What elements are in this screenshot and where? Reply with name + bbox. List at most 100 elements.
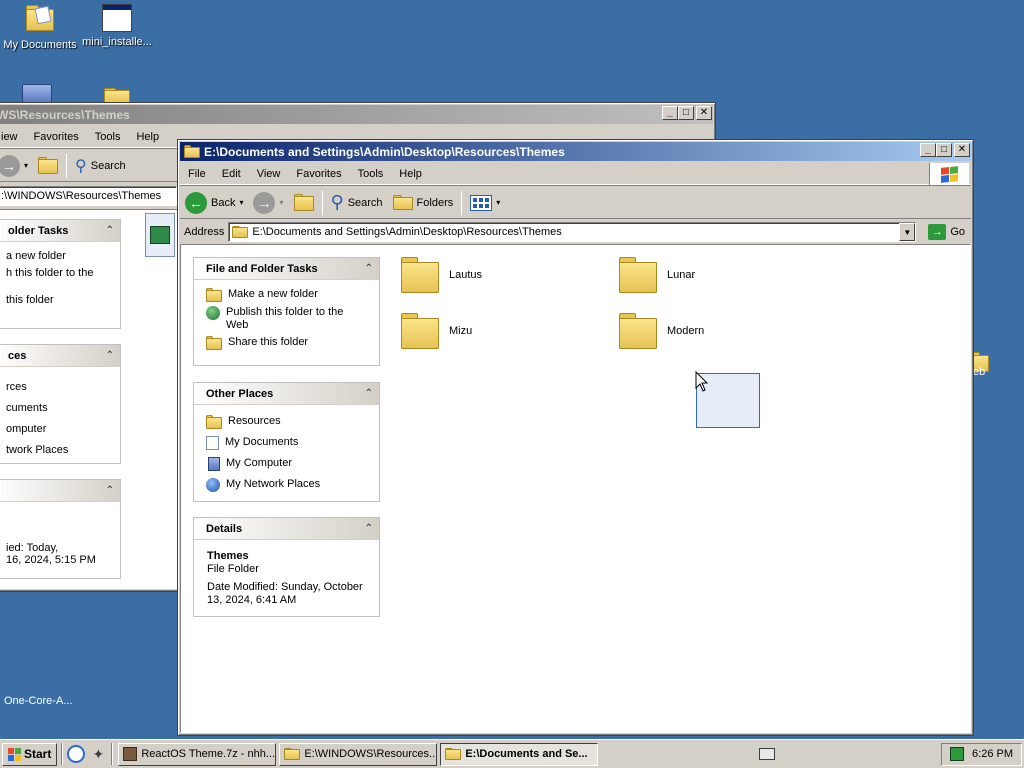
pane-title: File and Folder Tasks <box>206 262 318 275</box>
collapse-chevron-icon[interactable]: ⌃ <box>106 485 114 496</box>
folder-item[interactable]: Lautus <box>401 257 482 293</box>
desktop-icon-mini-installer[interactable]: mini_installe... <box>77 2 157 48</box>
start-button[interactable]: Start <box>2 742 58 766</box>
search-button[interactable]: ⚲ Search <box>326 189 388 217</box>
up-button[interactable] <box>289 189 319 217</box>
collapse-chevron-icon[interactable]: ⌃ <box>106 225 114 236</box>
taskbar-button-documents-and-settings[interactable]: E:\Documents and Se... <box>440 742 599 766</box>
forward-button[interactable]: → ▾ <box>0 152 33 180</box>
folder-item[interactable]: Modern <box>619 313 704 349</box>
address-dropdown-button[interactable]: ▼ <box>899 223 916 241</box>
place-link-resources[interactable]: Resources <box>206 415 373 429</box>
menu-help[interactable]: Help <box>128 131 167 143</box>
forward-arrow-icon: → <box>253 191 276 214</box>
tray-app-icon[interactable] <box>950 747 965 761</box>
collapse-chevron-icon[interactable]: ⌃ <box>365 523 373 534</box>
place-link[interactable]: twork Places <box>6 444 114 457</box>
pane-title: older Tasks <box>8 224 69 237</box>
pane-header[interactable]: Details ⌃ <box>194 518 379 540</box>
menu-edit[interactable]: Edit <box>214 168 249 180</box>
menu-file[interactable]: File <box>180 168 214 180</box>
search-button[interactable]: ⚲ Search <box>70 152 131 180</box>
up-button[interactable] <box>33 152 63 180</box>
computer-icon[interactable] <box>22 84 54 104</box>
address-field[interactable]: E:\Documents and Settings\Admin\Desktop\… <box>228 222 917 242</box>
details-name: Themes <box>207 550 249 562</box>
desktop-icon-my-documents[interactable]: My Documents <box>0 2 80 51</box>
back-arrow-icon: ← <box>185 191 207 214</box>
menu-view[interactable]: View <box>249 168 289 180</box>
collapse-chevron-icon[interactable]: ⌃ <box>365 263 373 274</box>
folder-icon <box>184 145 200 158</box>
system-tray: 6:26 PM <box>941 742 1022 766</box>
place-link-my-computer[interactable]: My Computer <box>206 457 373 471</box>
title-bar[interactable]: E:\Documents and Settings\Admin\Desktop\… <box>180 142 971 161</box>
address-label: Address <box>184 226 225 238</box>
pane-header[interactable]: Other Places ⌃ <box>194 383 379 405</box>
task-link[interactable]: this folder <box>6 294 114 307</box>
go-button[interactable]: → Go <box>922 224 971 240</box>
pane-header[interactable]: File and Folder Tasks ⌃ <box>194 258 379 280</box>
minimize-button[interactable]: _ <box>662 106 678 120</box>
folder-item[interactable]: Lunar <box>619 257 695 293</box>
menu-favorites[interactable]: Favorites <box>26 131 87 143</box>
my-documents-icon <box>24 5 56 37</box>
internet-explorer-icon[interactable] <box>67 745 86 763</box>
forward-arrow-icon: → <box>0 154 20 177</box>
menu-view[interactable]: iew <box>0 131 26 143</box>
forward-button[interactable]: → ▾ <box>248 189 288 217</box>
menu-tools[interactable]: Tools <box>87 131 129 143</box>
quicklaunch-app-icon[interactable]: ✦ <box>89 745 107 763</box>
file-thumbnail-icon[interactable] <box>145 213 175 257</box>
maximize-button[interactable]: □ <box>936 143 952 157</box>
views-dropdown-icon[interactable]: ▾ <box>496 198 500 207</box>
pane-title: Other Places <box>206 387 274 400</box>
windows-logo-icon <box>8 747 21 761</box>
task-link[interactable]: h this folder to the <box>6 267 114 280</box>
place-link-my-documents[interactable]: My Documents <box>206 436 373 450</box>
clock[interactable]: 6:26 PM <box>972 748 1013 760</box>
place-link-my-network-places[interactable]: My Network Places <box>206 478 373 492</box>
folder-item[interactable]: Mizu <box>401 313 472 349</box>
folders-button[interactable]: Folders <box>388 189 459 217</box>
title-bar[interactable]: WS\Resources\Themes <box>0 105 713 124</box>
menu-tools[interactable]: Tools <box>350 168 392 180</box>
details-modified: Date Modified: Sunday, October 13, 2024,… <box>207 581 363 606</box>
back-dropdown-icon[interactable]: ▾ <box>239 198 243 207</box>
folder-up-icon <box>38 156 59 175</box>
details-pane: ⌃ ied: Today, 16, 2024, 5:15 PM <box>0 479 121 579</box>
maximize-button[interactable]: □ <box>678 106 694 120</box>
back-button[interactable]: ← Back ▾ <box>180 189 248 217</box>
views-icon <box>470 194 493 211</box>
make-new-folder-link[interactable]: Make a new folder <box>206 288 373 302</box>
address-bar: Address E:\Documents and Settings\Admin\… <box>180 220 971 244</box>
place-link[interactable]: rces <box>6 381 114 394</box>
publish-folder-link[interactable]: Publish this folder to the Web <box>206 306 373 332</box>
address-field[interactable]: :\WINDOWS\Resources\Themes <box>0 186 177 206</box>
menu-favorites[interactable]: Favorites <box>288 168 349 180</box>
desktop-icon-label: mini_installe... <box>82 36 152 48</box>
task-link[interactable]: a new folder <box>6 250 114 263</box>
content-area: File and Folder Tasks ⌃ Make a new folde… <box>180 244 971 733</box>
collapse-chevron-icon[interactable]: ⌃ <box>106 350 114 361</box>
keyboard-icon[interactable] <box>758 748 775 760</box>
minimize-button[interactable]: _ <box>920 143 936 157</box>
folders-icon <box>392 194 413 211</box>
taskbar-button-windows-resources[interactable]: E:\WINDOWS\Resources... <box>279 742 438 766</box>
place-link[interactable]: cuments <box>6 402 114 415</box>
place-link[interactable]: omputer <box>6 423 114 436</box>
mouse-cursor-icon <box>695 371 709 392</box>
new-folder-icon <box>206 288 222 302</box>
views-button[interactable]: ▾ <box>465 189 505 217</box>
taskbar-button-reactos-theme[interactable]: ReactOS Theme.7z - nhh... <box>118 742 277 766</box>
share-folder-link[interactable]: Share this folder <box>206 336 373 350</box>
collapse-chevron-icon[interactable]: ⌃ <box>365 388 373 399</box>
close-button[interactable]: ✕ <box>696 106 712 120</box>
details-type: File Folder <box>207 563 259 575</box>
go-arrow-icon: → <box>928 224 947 240</box>
menu-help[interactable]: Help <box>391 168 430 180</box>
details-line: ied: Today, <box>6 542 59 554</box>
forward-dropdown-icon[interactable]: ▾ <box>279 198 283 207</box>
explorer-window[interactable]: E:\Documents and Settings\Admin\Desktop\… <box>177 139 974 736</box>
close-button[interactable]: ✕ <box>954 143 970 157</box>
